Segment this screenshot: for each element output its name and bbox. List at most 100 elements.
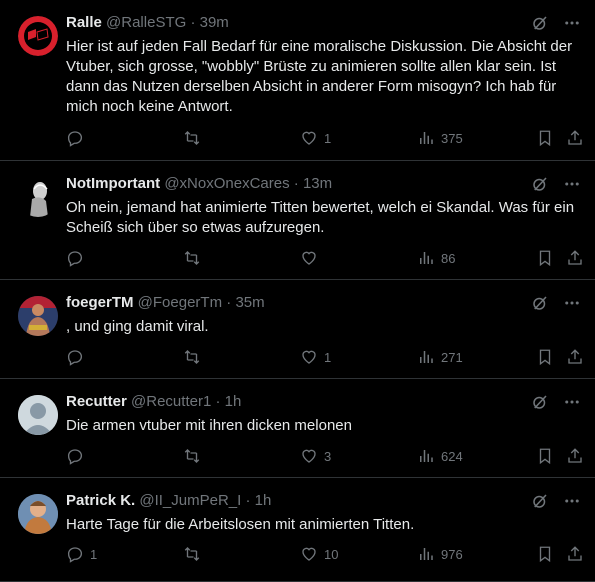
views-button[interactable]: 271 bbox=[417, 348, 463, 366]
bookmark-button[interactable] bbox=[536, 447, 554, 465]
handle[interactable]: @Recutter1 bbox=[131, 393, 211, 410]
like-button[interactable]: 10 bbox=[300, 545, 338, 563]
tweet-text: Hier ist auf jeden Fall Bedarf für eine … bbox=[66, 38, 573, 115]
tweet-actions: 1 375 bbox=[66, 129, 586, 149]
more-options-icon[interactable] bbox=[563, 294, 581, 312]
heart-icon bbox=[302, 547, 316, 561]
repost-button[interactable] bbox=[182, 545, 208, 563]
bookmark-button[interactable] bbox=[536, 129, 554, 147]
reply-feed: Ralle @RalleSTG · 39m Hier ist auf jeden… bbox=[0, 0, 595, 582]
heart-icon bbox=[302, 131, 316, 145]
repost-icon bbox=[184, 131, 200, 145]
tweet-actions: 1 10 976 bbox=[66, 545, 586, 565]
like-count: 1 bbox=[324, 130, 332, 146]
bookmark-icon bbox=[539, 546, 551, 563]
handle[interactable]: @II_JumPeR_I bbox=[139, 492, 241, 509]
repost-button[interactable] bbox=[182, 249, 208, 267]
share-icon bbox=[568, 546, 582, 561]
avatar[interactable] bbox=[18, 296, 58, 336]
wrestler-avatar-icon bbox=[18, 296, 58, 336]
cartoon-avatar-icon bbox=[18, 494, 58, 534]
bookmark-button[interactable] bbox=[536, 249, 554, 267]
more-options-icon[interactable] bbox=[563, 393, 581, 411]
tweet[interactable]: Ralle @RalleSTG · 39m Hier ist auf jeden… bbox=[0, 0, 595, 161]
avatar[interactable] bbox=[18, 494, 58, 534]
timestamp[interactable]: 35m bbox=[235, 294, 264, 311]
reply-button[interactable] bbox=[66, 129, 90, 147]
heart-icon bbox=[302, 350, 316, 364]
display-name[interactable]: Ralle bbox=[66, 14, 102, 31]
views-icon bbox=[420, 450, 433, 462]
reply-button[interactable] bbox=[66, 249, 90, 267]
handle[interactable]: @FoegerTm bbox=[138, 294, 222, 311]
repost-button[interactable] bbox=[182, 129, 208, 147]
grok-icon[interactable] bbox=[531, 14, 549, 32]
avatar[interactable] bbox=[18, 395, 58, 435]
share-button[interactable] bbox=[566, 447, 584, 465]
tweet[interactable]: foegerTM @FoegerTm · 35m , und ging dami… bbox=[0, 280, 595, 379]
handle[interactable]: @xNoxOnexCares bbox=[164, 175, 289, 192]
reply-button[interactable] bbox=[66, 348, 90, 366]
more-options-icon[interactable] bbox=[563, 175, 581, 193]
bookmark-icon bbox=[539, 349, 551, 366]
share-icon bbox=[568, 349, 582, 364]
avatar[interactable] bbox=[18, 177, 58, 217]
like-count: 3 bbox=[324, 448, 332, 464]
reply-icon bbox=[67, 350, 83, 366]
bookmark-button[interactable] bbox=[536, 545, 554, 563]
reply-button[interactable] bbox=[66, 447, 90, 465]
tweet-actions: 3 624 bbox=[66, 447, 586, 467]
bookmark-button[interactable] bbox=[536, 348, 554, 366]
like-button[interactable]: 1 bbox=[300, 129, 331, 147]
tweet[interactable]: NotImportant @xNoxOnexCares · 13m Oh nei… bbox=[0, 161, 595, 280]
more-options-icon[interactable] bbox=[563, 14, 581, 32]
more-options-icon[interactable] bbox=[563, 492, 581, 510]
grok-icon[interactable] bbox=[531, 294, 549, 312]
like-button[interactable]: 3 bbox=[300, 447, 331, 465]
timestamp[interactable]: 39m bbox=[200, 14, 229, 31]
reply-button[interactable]: 1 bbox=[66, 545, 97, 563]
dark-figure-avatar-icon bbox=[30, 182, 48, 217]
tweet-text: Oh nein, jemand hat animierte Titten bew… bbox=[66, 199, 575, 236]
grok-icon[interactable] bbox=[531, 393, 549, 411]
grok-icon[interactable] bbox=[531, 492, 549, 510]
display-name[interactable]: NotImportant bbox=[66, 175, 160, 192]
tweet[interactable]: Patrick K. @II_JumPeR_I · 1h Harte Tage … bbox=[0, 478, 595, 582]
separator-dot: · bbox=[215, 393, 221, 410]
heart-icon bbox=[302, 449, 316, 463]
display-name[interactable]: Recutter bbox=[66, 393, 127, 410]
tweet[interactable]: Recutter @Recutter1 · 1h Die armen vtube… bbox=[0, 379, 595, 478]
avatar[interactable] bbox=[18, 16, 58, 56]
repost-icon bbox=[184, 449, 200, 463]
display-name[interactable]: foegerTM bbox=[66, 294, 134, 311]
timestamp[interactable]: 13m bbox=[303, 175, 332, 192]
views-button[interactable]: 624 bbox=[417, 447, 463, 465]
display-name[interactable]: Patrick K. bbox=[66, 492, 135, 509]
tweet-actions: 1 271 bbox=[66, 348, 586, 368]
views-icon bbox=[420, 351, 433, 363]
handle[interactable]: @RalleSTG bbox=[106, 14, 186, 31]
timestamp[interactable]: 1h bbox=[225, 393, 242, 410]
views-button[interactable]: 375 bbox=[417, 129, 463, 147]
repost-button[interactable] bbox=[182, 348, 208, 366]
repost-button[interactable] bbox=[182, 447, 208, 465]
like-button[interactable] bbox=[300, 249, 324, 267]
share-button[interactable] bbox=[566, 129, 584, 147]
timestamp[interactable]: 1h bbox=[255, 492, 272, 509]
share-button[interactable] bbox=[566, 348, 584, 366]
views-button[interactable]: 976 bbox=[417, 545, 463, 563]
views-button[interactable]: 86 bbox=[417, 249, 455, 267]
share-button[interactable] bbox=[566, 545, 584, 563]
share-button[interactable] bbox=[566, 249, 584, 267]
separator-dot: · bbox=[190, 14, 196, 31]
separator-dot: · bbox=[245, 492, 251, 509]
repost-icon bbox=[184, 547, 200, 561]
tweet-actions: 86 bbox=[66, 249, 586, 269]
reply-icon bbox=[67, 251, 83, 267]
grok-icon[interactable] bbox=[531, 175, 549, 193]
share-icon bbox=[568, 250, 582, 265]
like-button[interactable]: 1 bbox=[300, 348, 331, 366]
reply-count: 1 bbox=[90, 546, 98, 562]
reply-icon bbox=[67, 449, 83, 465]
tweet-top-icons bbox=[531, 294, 581, 312]
